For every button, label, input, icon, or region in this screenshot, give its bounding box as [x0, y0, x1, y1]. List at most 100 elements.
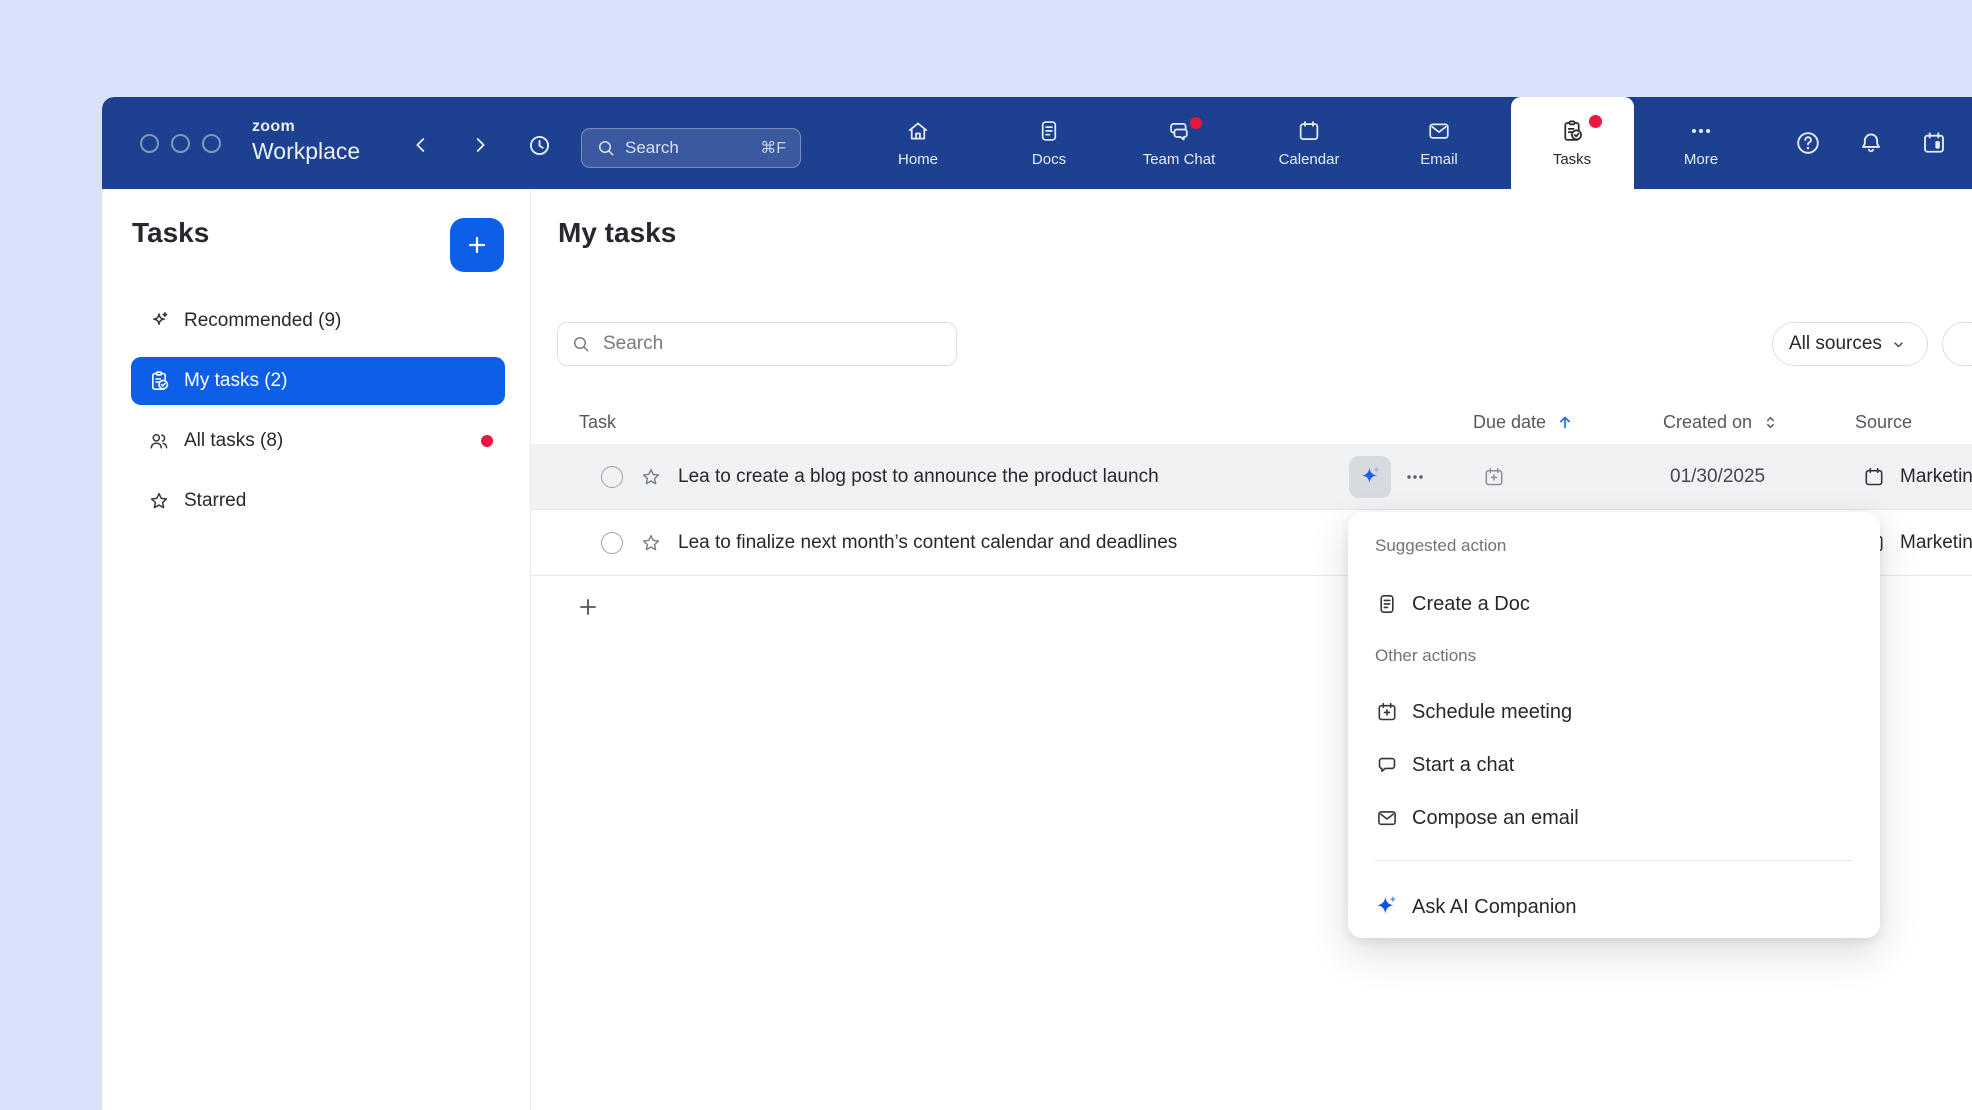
table-header: Task Due date Created on Source: [531, 400, 1972, 445]
new-task-button[interactable]: [450, 218, 504, 272]
email-icon: [1426, 118, 1452, 144]
sidebar-item-label: Recommended (9): [184, 310, 341, 332]
menu-item-label: Schedule meeting: [1412, 686, 1572, 738]
bell-icon: [1857, 129, 1885, 157]
created-on-value: 01/30/2025: [1670, 444, 1765, 510]
clipped-filter-button[interactable]: [1942, 322, 1972, 366]
nav-home[interactable]: Home: [863, 97, 973, 189]
window-control-minimize-icon[interactable]: [171, 134, 190, 153]
sidebar-item-all-tasks[interactable]: All tasks (8): [131, 417, 505, 465]
menu-item-start-chat[interactable]: Start a chat: [1348, 739, 1880, 791]
clipboard-check-icon: [147, 369, 171, 393]
tasks-notification-dot: [1589, 115, 1602, 128]
tasks-clipboard-check-icon: [1559, 118, 1585, 144]
nav-calendar[interactable]: Calendar: [1254, 97, 1364, 189]
forward-button[interactable]: [464, 129, 496, 161]
ellipsis-icon: [1403, 465, 1427, 489]
calendar-plus-icon: [1482, 465, 1506, 489]
task-search-box: [557, 322, 957, 366]
task-search-input[interactable]: [601, 332, 943, 356]
complete-task-checkbox[interactable]: [601, 466, 623, 488]
logo-workplace: Workplace: [252, 140, 360, 163]
sparkle-icon: [147, 309, 171, 333]
column-label: Source: [1855, 412, 1912, 433]
question-circle-icon: [1794, 129, 1822, 157]
nav-email[interactable]: Email: [1384, 97, 1494, 189]
sidebar-item-label: Starred: [184, 490, 246, 512]
sidebar-item-recommended[interactable]: Recommended (9): [131, 297, 505, 345]
task-title[interactable]: Lea to create a blog post to announce th…: [678, 444, 1159, 510]
window-control-close-icon[interactable]: [140, 134, 159, 153]
doc-icon: [1375, 592, 1399, 616]
column-label: Task: [579, 412, 616, 433]
menu-item-create-doc[interactable]: Create a Doc: [1348, 578, 1880, 630]
source-value: Marketing: [1900, 466, 1972, 488]
nav-calendar-label: Calendar: [1279, 151, 1340, 168]
column-header-source[interactable]: Source: [1855, 400, 1912, 444]
docs-icon: [1036, 118, 1062, 144]
add-task-button[interactable]: [575, 589, 611, 625]
team-chat-icon: [1166, 118, 1192, 144]
help-button[interactable]: [1792, 127, 1824, 159]
menu-item-compose-email[interactable]: Compose an email: [1348, 792, 1880, 844]
history-button[interactable]: [523, 129, 555, 161]
ai-suggested-actions-menu: Suggested action Create a Doc Other acti…: [1348, 512, 1880, 938]
global-search-placeholder: Search: [625, 138, 679, 158]
nav-more[interactable]: More: [1646, 97, 1756, 189]
chat-bubble-icon: [1375, 753, 1399, 777]
more-dots-icon: [1688, 118, 1714, 144]
ai-companion-actions-button[interactable]: [1349, 456, 1391, 498]
nav-docs[interactable]: Docs: [994, 97, 1104, 189]
scheduler-button[interactable]: [1918, 127, 1950, 159]
task-row-1[interactable]: Lea to create a blog post to announce th…: [531, 444, 1972, 510]
star-icon[interactable]: [639, 531, 663, 555]
nav-tasks-label: Tasks: [1553, 151, 1591, 168]
ai-companion-icon: [1357, 464, 1383, 490]
logo-zoom: zoom: [252, 119, 360, 135]
nav-team-chat[interactable]: Team Chat: [1124, 97, 1234, 189]
tasks-sidebar: Tasks Recommended (9) My tasks (2): [102, 189, 531, 1110]
plus-icon: [575, 594, 601, 620]
zoom-workplace-logo: zoom Workplace: [252, 119, 360, 163]
menu-item-ask-ai-companion[interactable]: Ask AI Companion: [1348, 881, 1880, 933]
window-controls[interactable]: [140, 134, 221, 153]
menu-item-label: Create a Doc: [1412, 578, 1530, 630]
menu-item-label: Compose an email: [1412, 792, 1579, 844]
page-title: My tasks: [558, 217, 676, 249]
screen: zoom Workplace Search ⌘F Home: [0, 0, 1972, 1110]
add-due-date-button[interactable]: [1482, 465, 1506, 489]
all-tasks-notification-dot: [481, 435, 493, 447]
nav-home-label: Home: [898, 151, 938, 168]
complete-task-checkbox[interactable]: [601, 532, 623, 554]
sidebar-list: Recommended (9) My tasks (2) All tasks (…: [131, 297, 505, 537]
source-cell[interactable]: Marketing: [1862, 444, 1972, 510]
menu-item-schedule-meeting[interactable]: Schedule meeting: [1348, 686, 1880, 738]
zoom-workplace-window: zoom Workplace Search ⌘F Home: [102, 97, 1972, 1110]
global-search-input[interactable]: Search ⌘F: [581, 128, 801, 168]
task-title[interactable]: Lea to finalize next month’s content cal…: [678, 510, 1177, 576]
plus-icon: [464, 232, 490, 258]
home-icon: [905, 118, 931, 144]
task-more-actions-button[interactable]: [1403, 465, 1439, 489]
sidebar-item-my-tasks[interactable]: My tasks (2): [131, 357, 505, 405]
nav-tasks-active-tab[interactable]: Tasks: [1511, 97, 1634, 189]
menu-section-label: Suggested action: [1375, 534, 1506, 558]
column-header-due-date[interactable]: Due date: [1473, 400, 1575, 444]
nav-team-chat-label: Team Chat: [1143, 151, 1216, 168]
ai-companion-icon: [1372, 893, 1400, 921]
window-control-zoom-icon[interactable]: [202, 134, 221, 153]
nav-tasks[interactable]: Tasks: [1517, 97, 1627, 189]
sidebar-title: Tasks: [132, 217, 209, 249]
column-header-created-on[interactable]: Created on: [1663, 400, 1780, 444]
sidebar-item-starred[interactable]: Starred: [131, 477, 505, 525]
sidebar-item-label: My tasks (2): [184, 370, 287, 392]
star-icon[interactable]: [639, 465, 663, 489]
calendar-icon: [1296, 118, 1322, 144]
menu-section-label: Other actions: [1375, 644, 1476, 668]
history-clock-icon: [526, 132, 553, 159]
sort-ascending-arrow-icon: [1555, 412, 1575, 432]
column-header-task[interactable]: Task: [579, 400, 616, 444]
back-button[interactable]: [405, 129, 437, 161]
notifications-button[interactable]: [1855, 127, 1887, 159]
sources-filter-dropdown[interactable]: All sources: [1772, 322, 1928, 366]
